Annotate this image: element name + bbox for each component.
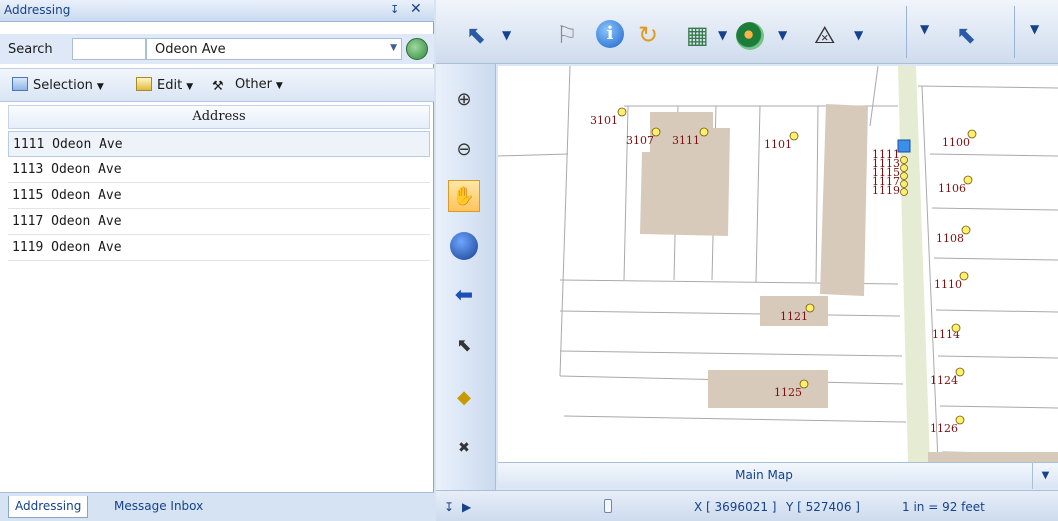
app-window: Addressing ↧ ✕ Search Odeon Ave ▼ Select…: [0, 0, 1058, 521]
tab-addressing[interactable]: Addressing: [8, 496, 89, 518]
svg-text:3101: 3101: [590, 114, 618, 127]
svg-text:1100: 1100: [942, 136, 970, 149]
menu-selection[interactable]: Selection ▼: [12, 77, 104, 93]
svg-text:1106: 1106: [938, 182, 966, 195]
zoom-to-feature-icon[interactable]: ◆: [448, 382, 480, 414]
toolbar-separator: [1014, 6, 1015, 58]
svg-text:1110: 1110: [934, 278, 962, 291]
select-features-icon[interactable]: ⬉: [466, 22, 486, 48]
layers-icon[interactable]: ▦: [686, 22, 709, 48]
svg-text:3107: 3107: [626, 134, 654, 147]
edit-icon: [136, 77, 152, 91]
table-row[interactable]: 1111 Odeon Ave: [8, 131, 430, 157]
pan-hand-icon[interactable]: ✋: [448, 180, 480, 212]
menu-other-label: Other: [235, 77, 272, 92]
map-area: ⬉ ▼ ⚐ i ↻ ▦ ▼ ▼ ⨻ ▼ ▼ ⬉ ▼ ⊕ ⊖ ✋ ⬅ ⬉ ◆ ✖: [436, 0, 1058, 521]
table-icon: [12, 77, 28, 91]
addressing-panel: Addressing ↧ ✕ Search Odeon Ave ▼ Select…: [0, 0, 434, 521]
back-arrow-icon[interactable]: ⬅: [448, 280, 480, 312]
map-tools-vertical: ⊕ ⊖ ✋ ⬅ ⬉ ◆ ✖: [436, 64, 496, 490]
tools-icon: ⚒: [212, 79, 224, 94]
play-icon[interactable]: ▶: [462, 500, 471, 514]
zoom-to-selection-icon[interactable]: ⬉: [448, 330, 480, 362]
menu-selection-label: Selection: [33, 78, 93, 93]
svg-text:1126: 1126: [930, 422, 958, 435]
zoom-in-icon[interactable]: ⊕: [448, 84, 480, 116]
search-label: Search: [8, 42, 53, 57]
svg-text:1101: 1101: [764, 138, 792, 151]
scale-text: 1 in = 92 feet: [902, 500, 985, 514]
satellite-info-icon[interactable]: ⚐: [556, 22, 578, 48]
road: [898, 66, 930, 462]
status-bar: ↧ ▶ X [ 3696021 ] Y [ 527406 ] 1 in = 92…: [436, 490, 1058, 521]
table-row[interactable]: 1113 Odeon Ave: [8, 157, 430, 183]
svg-text:1124: 1124: [930, 374, 958, 387]
svg-text:3111: 3111: [672, 134, 700, 147]
zoom-out-icon[interactable]: ⊖: [448, 134, 480, 166]
street-select[interactable]: Odeon Ave ▼: [146, 38, 402, 60]
close-icon[interactable]: ✕: [410, 1, 422, 17]
map-selector[interactable]: Main Map ▼: [498, 462, 1058, 489]
coord-x: X [ 3696021 ]: [694, 500, 777, 514]
table-row[interactable]: 1119 Odeon Ave: [8, 235, 430, 261]
panel-menu: Selection ▼ Edit ▼ ⚒ Other ▼: [0, 68, 434, 102]
map-toolbar: ⬉ ▼ ⚐ i ↻ ▦ ▼ ▼ ⨻ ▼ ▼ ⬉ ▼: [436, 0, 1058, 64]
info-icon[interactable]: i: [596, 20, 624, 48]
svg-text:1119: 1119: [872, 184, 900, 197]
menu-other[interactable]: ⚒ Other ▼: [212, 77, 283, 94]
measure-tool-icon[interactable]: ⨻: [814, 22, 835, 48]
menu-edit-label: Edit: [157, 78, 183, 93]
chevron-down-icon[interactable]: ▼: [1032, 463, 1058, 489]
zoom-slider[interactable]: [604, 499, 612, 513]
panel-tabs: Addressing Message Inbox: [0, 492, 434, 521]
toolbar-separator: [906, 6, 907, 58]
refresh-icon[interactable]: ↻: [638, 22, 658, 48]
pin-icon[interactable]: ↧: [390, 3, 399, 16]
svg-text:1108: 1108: [936, 232, 964, 245]
panel-title-bar: Addressing ↧ ✕: [0, 0, 434, 22]
chevron-down-icon: ▼: [390, 43, 397, 53]
chevron-down-icon: ▼: [186, 82, 194, 92]
menu-edit[interactable]: Edit ▼: [136, 77, 193, 93]
pin-icon[interactable]: ↧: [444, 500, 454, 514]
tab-message-inbox[interactable]: Message Inbox: [108, 496, 209, 518]
search-input[interactable]: [72, 38, 146, 60]
address-column-header[interactable]: Address: [8, 105, 430, 129]
svg-text:1121: 1121: [780, 310, 808, 323]
chevron-down-icon: ▼: [96, 82, 104, 92]
select-features-icon[interactable]: ⬉: [956, 22, 976, 48]
search-go-button[interactable]: [406, 38, 428, 60]
coord-y: Y [ 527406 ]: [786, 500, 860, 514]
overflow-chevron-icon[interactable]: ▼: [1030, 22, 1039, 36]
svg-text:1125: 1125: [774, 386, 802, 399]
buildings: [640, 104, 1058, 462]
search-row: Search Odeon Ave ▼: [0, 34, 434, 64]
chevron-down-icon: ▼: [275, 81, 283, 91]
table-row[interactable]: 1117 Odeon Ave: [8, 209, 430, 235]
view-globe-icon[interactable]: [736, 22, 764, 50]
map-canvas[interactable]: 3101 3107 3111 1101 1111 1113 1115 1117 …: [498, 66, 1058, 462]
full-extent-globe-icon[interactable]: [450, 232, 478, 260]
chevron-down-icon[interactable]: ▼: [718, 28, 727, 42]
street-select-value: Odeon Ave: [155, 42, 226, 57]
map-selector-value: Main Map: [735, 468, 793, 482]
panel-title: Addressing: [4, 3, 71, 17]
chevron-down-icon[interactable]: ▼: [778, 28, 787, 42]
table-row[interactable]: 1115 Odeon Ave: [8, 183, 430, 209]
overflow-chevron-icon[interactable]: ▼: [920, 22, 929, 36]
chevron-down-icon[interactable]: ▼: [502, 28, 511, 42]
collapse-icon[interactable]: ✖: [448, 432, 480, 464]
chevron-down-icon[interactable]: ▼: [854, 28, 863, 42]
